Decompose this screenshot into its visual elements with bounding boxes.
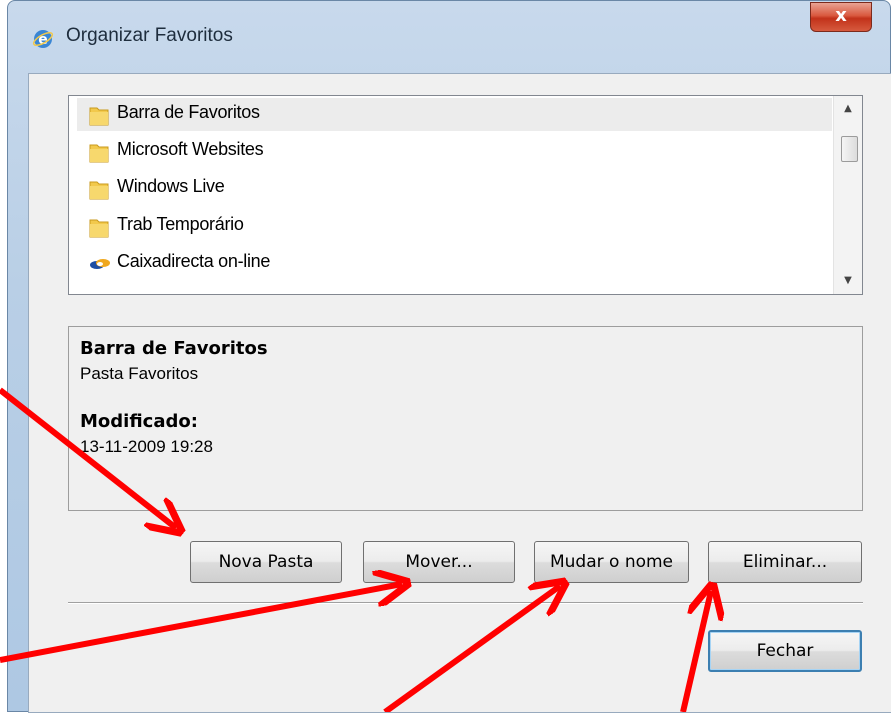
separator	[68, 602, 863, 604]
selected-item-name: Barra de Favoritos	[80, 338, 268, 359]
scroll-down-arrow-icon[interactable]: ▼	[834, 270, 862, 292]
modified-value: 13-11-2009 19:28	[80, 437, 213, 456]
list-item-caixadirecta[interactable]: Caixadirecta on-line	[77, 247, 832, 280]
internet-explorer-icon: e	[32, 28, 54, 50]
window-title: Organizar Favoritos	[66, 25, 233, 46]
list-item-label: Barra de Favoritos	[117, 102, 260, 122]
favorites-list-items: Barra de Favoritos Microsoft Websites Wi…	[69, 96, 835, 294]
list-item-label: Caixadirecta on-line	[117, 251, 271, 271]
list-item-trab-temporario[interactable]: Trab Temporário	[77, 210, 832, 243]
list-item-label: Microsoft Websites	[117, 139, 264, 159]
modified-label: Modificado:	[80, 411, 198, 432]
new-folder-button[interactable]: Nova Pasta	[190, 541, 342, 583]
selected-item-type: Pasta Favoritos	[80, 364, 199, 383]
organize-favorites-window: e Organizar Favoritos x Barra de Favorit…	[7, 0, 891, 713]
folder-icon	[89, 178, 109, 200]
move-button[interactable]: Mover...	[363, 541, 515, 583]
details-panel: Barra de Favoritos Pasta Favoritos Modif…	[68, 326, 863, 511]
close-icon: x	[835, 5, 847, 26]
list-scrollbar[interactable]: ▲ ▼	[833, 96, 862, 294]
scrollbar-thumb[interactable]	[841, 136, 858, 162]
favorites-list[interactable]: Barra de Favoritos Microsoft Websites Wi…	[68, 95, 863, 295]
close-window-button[interactable]: x	[810, 2, 872, 32]
delete-button[interactable]: Eliminar...	[708, 541, 862, 583]
rename-button[interactable]: Mudar o nome	[534, 541, 689, 583]
folder-icon	[89, 141, 109, 163]
folder-icon	[89, 104, 109, 126]
list-item-microsoft-websites[interactable]: Microsoft Websites	[77, 135, 832, 168]
scroll-up-arrow-icon[interactable]: ▲	[834, 98, 862, 120]
list-item-label: Trab Temporário	[117, 214, 244, 234]
list-item-barra-de-favoritos[interactable]: Barra de Favoritos	[77, 98, 832, 131]
folder-icon	[89, 216, 109, 238]
link-icon	[89, 253, 110, 275]
list-item-label: Windows Live	[117, 176, 225, 196]
dialog-client-area: Barra de Favoritos Microsoft Websites Wi…	[28, 73, 891, 713]
title-bar[interactable]: e Organizar Favoritos x	[8, 1, 890, 73]
list-item-windows-live[interactable]: Windows Live	[77, 172, 832, 205]
close-button[interactable]: Fechar	[708, 630, 862, 672]
